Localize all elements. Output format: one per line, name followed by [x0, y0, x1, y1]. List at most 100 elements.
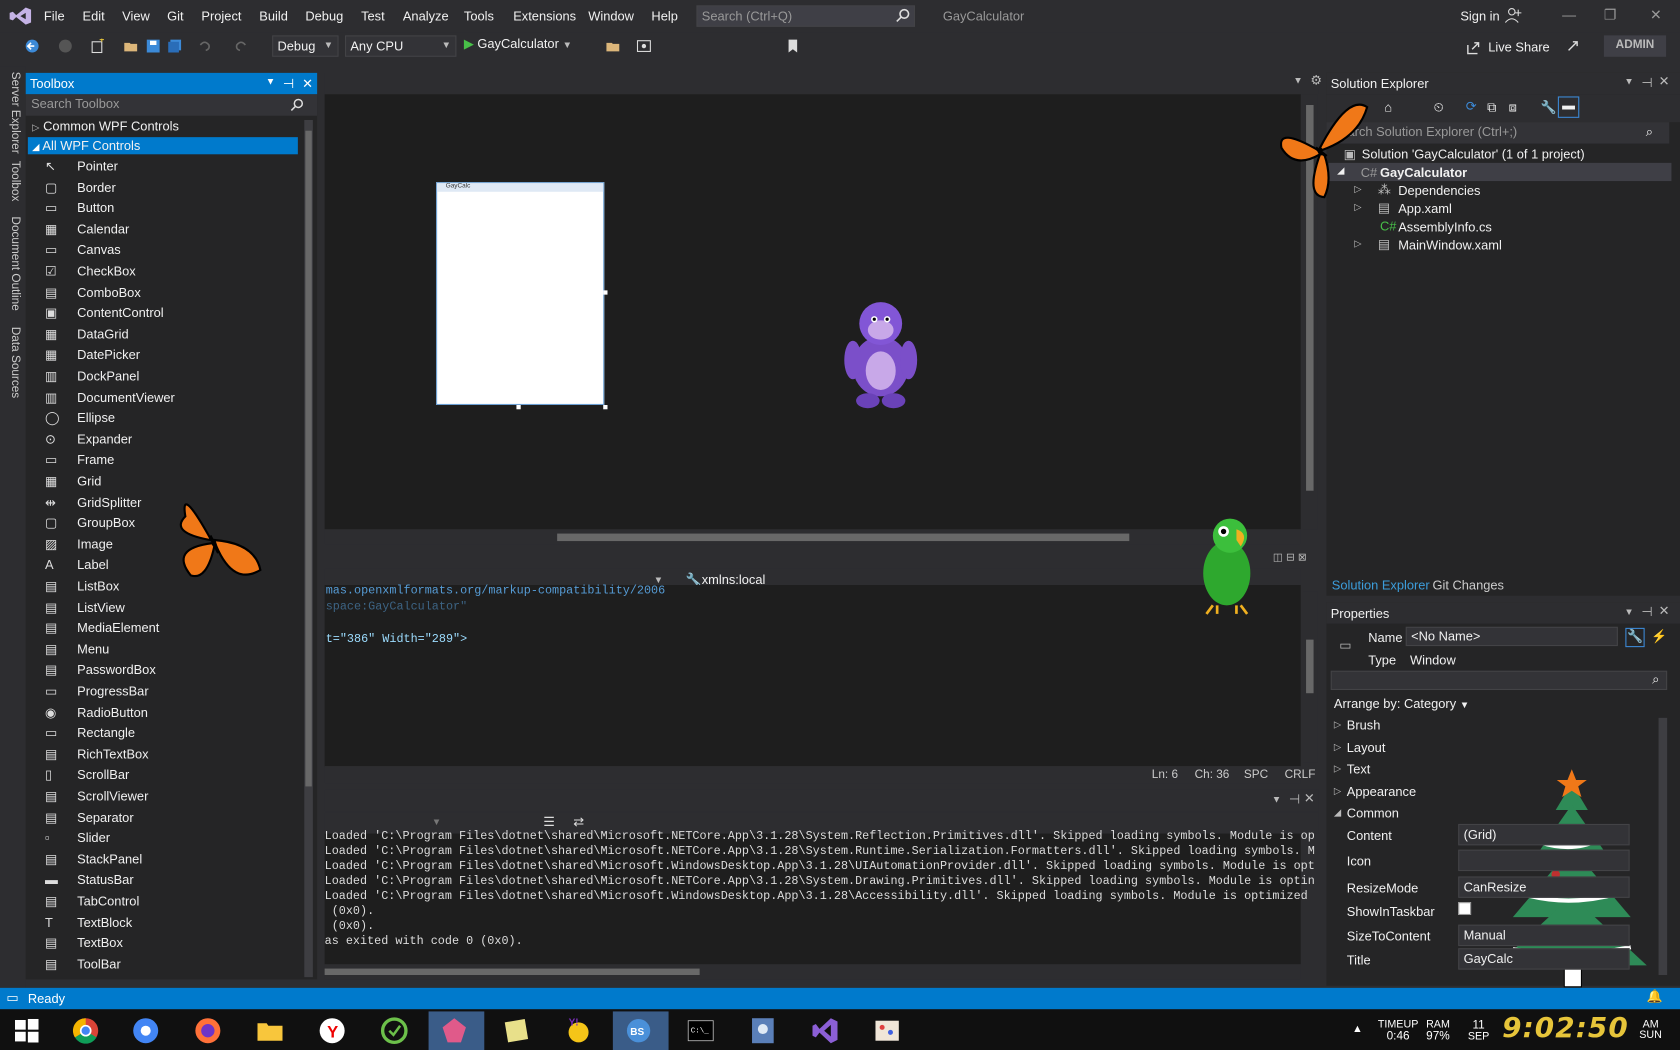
menu-extensions[interactable]: Extensions	[513, 9, 576, 24]
chevron-right-icon[interactable]: ▷	[1334, 763, 1341, 775]
toolbox-item-combobox[interactable]: ComboBox	[77, 285, 141, 300]
toolbox-item-stackpanel[interactable]: StackPanel	[77, 852, 142, 867]
show-in-taskbar-checkbox[interactable]	[1458, 902, 1472, 916]
admin-badge[interactable]: ADMIN	[1603, 35, 1667, 57]
screenshot-icon[interactable]	[636, 39, 651, 54]
property-value-sizetocontent[interactable]: Manual	[1458, 924, 1630, 947]
tree-node-app-xaml[interactable]: App.xaml	[1398, 201, 1452, 216]
toolbox-item-separator[interactable]: Separator	[77, 810, 133, 825]
tab-solution-explorer[interactable]: Solution Explorer	[1332, 578, 1430, 593]
search-icon[interactable]	[290, 98, 304, 112]
chevron-down-icon[interactable]: ▼	[654, 574, 664, 585]
toolbox-item-button[interactable]: Button	[77, 201, 114, 216]
designer-hscroll-thumb[interactable]	[557, 533, 1130, 542]
taskbar-app-yahoo[interactable]: Y!	[553, 1011, 609, 1050]
pin-icon[interactable]: ⊣	[283, 76, 294, 91]
clear-all-icon[interactable]: ⇄	[573, 814, 584, 829]
category-common-wpf[interactable]: ▷ Common WPF Controls	[32, 119, 179, 134]
close-icon[interactable]: ✕	[1304, 791, 1315, 806]
chevron-right-icon[interactable]: ▷	[1334, 719, 1341, 731]
toolbox-item-pointer[interactable]: Pointer	[77, 159, 118, 174]
toolbox-tab[interactable]: Toolbox	[9, 161, 22, 202]
minimize-button[interactable]: —	[1562, 6, 1576, 22]
search-icon[interactable]: ⌕	[1646, 124, 1653, 140]
toolbox-item-listbox[interactable]: ListBox	[77, 579, 119, 594]
toolbox-item-calendar[interactable]: Calendar	[77, 222, 129, 237]
menu-view[interactable]: View	[122, 9, 150, 24]
line-ending[interactable]: CRLF	[1285, 768, 1316, 781]
menu-git[interactable]: Git	[167, 9, 183, 24]
tray-chevron-up-icon[interactable]: ▲	[1352, 1023, 1363, 1035]
folder-icon[interactable]	[605, 39, 620, 54]
history-icon[interactable]: ⏲	[1434, 100, 1444, 116]
close-icon[interactable]: ✕	[1659, 74, 1670, 89]
save-all-icon[interactable]	[167, 39, 182, 54]
taskbar-file-explorer[interactable]	[244, 1011, 300, 1050]
property-value-content[interactable]: (Grid)	[1458, 823, 1630, 846]
toolbox-item-dockpanel[interactable]: DockPanel	[77, 369, 139, 384]
gear-icon[interactable]: ⚙	[1310, 73, 1322, 88]
toolbox-item-mediaelement[interactable]: MediaElement	[77, 621, 159, 636]
menu-edit[interactable]: Edit	[83, 9, 105, 24]
search-icon[interactable]	[896, 8, 911, 23]
project-node[interactable]: GayCalculator	[1380, 165, 1467, 180]
word-wrap-icon[interactable]: ☰	[543, 814, 555, 829]
category-all-wpf[interactable]: ◢ All WPF Controls	[32, 138, 140, 153]
taskbar-app-disk[interactable]	[737, 1011, 793, 1050]
sign-in-link[interactable]: Sign in	[1460, 9, 1499, 24]
taskbar-app-green[interactable]	[369, 1011, 425, 1050]
taskbar-visual-studio[interactable]	[799, 1011, 855, 1050]
data-sources-tab[interactable]: Data Sources	[9, 327, 22, 398]
xaml-code-editor[interactable]	[324, 585, 1301, 768]
tree-node-assemblyinfo[interactable]: AssemblyInfo.cs	[1398, 220, 1492, 235]
indent-mode[interactable]: SPC	[1244, 768, 1268, 781]
desktop-clock[interactable]: 9:02:50	[1502, 1013, 1629, 1045]
dropdown-icon[interactable]: ▼	[1272, 794, 1282, 805]
solution-explorer-search-input[interactable]: Search Solution Explorer (Ctrl+;)	[1326, 122, 1670, 144]
toolbox-item-image[interactable]: Image	[77, 537, 113, 552]
design-window-preview[interactable]	[436, 182, 605, 406]
toolbox-item-canvas[interactable]: Canvas	[77, 243, 121, 258]
toolbox-item-expander[interactable]: Expander	[77, 432, 132, 447]
open-folder-icon[interactable]	[123, 39, 138, 54]
configuration-dropdown[interactable]: Debug ▼	[272, 35, 339, 57]
output-hscroll-thumb[interactable]	[324, 968, 700, 976]
toolbox-item-radiobutton[interactable]: RadioButton	[77, 705, 148, 720]
properties-wrench-icon[interactable]: 🔧	[1541, 100, 1557, 115]
chevron-right-icon[interactable]: ▷	[1334, 785, 1341, 797]
document-outline-tab[interactable]: Document Outline	[9, 216, 22, 310]
close-icon[interactable]: ✕	[302, 76, 313, 91]
menu-file[interactable]: File	[44, 9, 65, 24]
tree-node-dependencies[interactable]: Dependencies	[1398, 183, 1480, 198]
toolbox-item-toolbar[interactable]: ToolBar	[77, 957, 121, 972]
menu-project[interactable]: Project	[201, 9, 241, 24]
toolbox-item-grid[interactable]: Grid	[77, 474, 101, 489]
forward-icon[interactable]	[58, 39, 73, 54]
menu-build[interactable]: Build	[259, 9, 288, 24]
pin-icon[interactable]: ⊣	[1289, 792, 1300, 807]
taskbar-firefox[interactable]	[182, 1011, 238, 1050]
redo-icon[interactable]	[234, 39, 249, 54]
taskbar-app-bonzi[interactable]: BS	[612, 1011, 669, 1050]
search-input[interactable]: Search (Ctrl+Q)	[696, 5, 916, 27]
pin-icon[interactable]: ⊣	[1641, 604, 1652, 619]
toolbox-item-progressbar[interactable]: ProgressBar	[77, 684, 148, 699]
toolbox-item-frame[interactable]: Frame	[77, 453, 114, 468]
resize-handle[interactable]	[603, 405, 608, 410]
taskbar-app-gem[interactable]	[428, 1011, 485, 1050]
property-category-appearance[interactable]: Appearance	[1347, 784, 1416, 799]
undo-icon[interactable]	[197, 39, 212, 54]
toolbox-item-passwordbox[interactable]: PasswordBox	[77, 663, 156, 678]
wrench-icon[interactable]: 🔧	[1625, 627, 1645, 648]
save-icon[interactable]	[146, 39, 161, 54]
toolbox-item-gridsplitter[interactable]: GridSplitter	[77, 495, 141, 510]
bookmark-icon[interactable]	[785, 39, 800, 54]
toolbox-item-groupbox[interactable]: GroupBox	[77, 516, 135, 531]
maximize-button[interactable]: ❐	[1604, 6, 1616, 23]
property-value-title[interactable]: GayCalc	[1458, 948, 1630, 970]
toolbox-item-menu[interactable]: Menu	[77, 642, 109, 657]
chevron-right-icon[interactable]: ▷	[1334, 741, 1341, 753]
live-share-button[interactable]: Live Share	[1488, 40, 1549, 55]
solution-node[interactable]: Solution 'GayCalculator' (1 of 1 project…	[1362, 147, 1585, 162]
toolbox-item-rectangle[interactable]: Rectangle	[77, 726, 135, 741]
